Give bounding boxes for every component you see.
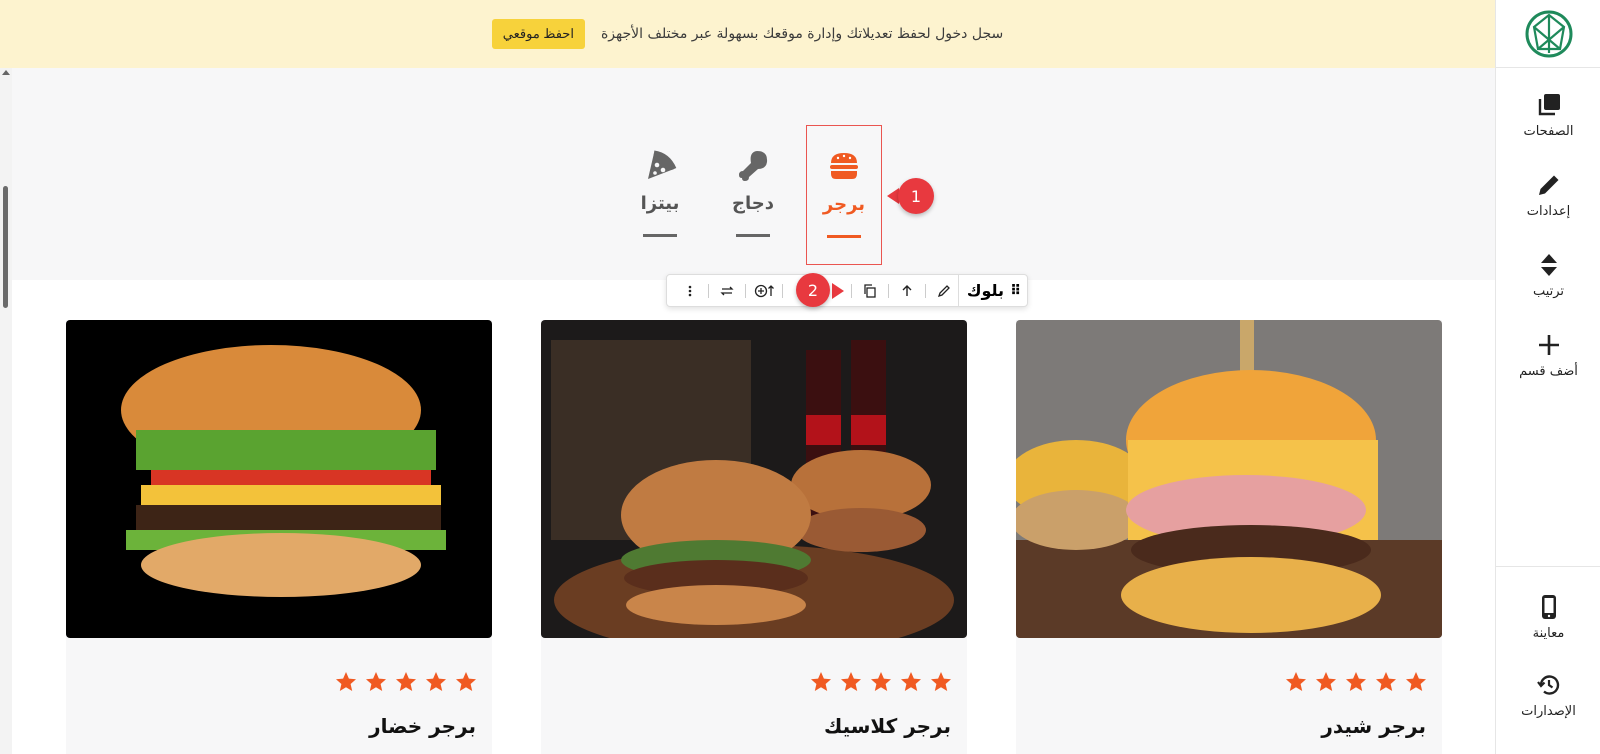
- drag-handle-icon: ⠿: [1010, 282, 1021, 299]
- tab-label: برجر: [822, 194, 866, 215]
- duplicate-button[interactable]: [856, 274, 884, 307]
- product-card[interactable]: برجر شيدر: [1016, 320, 1442, 754]
- swap-button[interactable]: [713, 274, 741, 307]
- toolbar-divider: [850, 283, 852, 298]
- product-title: برجر شيدر: [1321, 714, 1426, 738]
- sidebar-item-label: إعدادات: [1526, 204, 1571, 219]
- save-site-button[interactable]: احفظ موقعي: [491, 19, 585, 49]
- sidebar-item-label: الإصدارات: [1521, 704, 1576, 719]
- callout-1: 1: [898, 178, 934, 214]
- sort-icon: [1540, 254, 1557, 276]
- sidebar-item-label: الصفحات: [1523, 124, 1574, 139]
- block-toolbar: ⠿ بلوك: [666, 274, 1028, 307]
- star-icon: [931, 672, 951, 691]
- toolbar-divider: [707, 283, 709, 298]
- tab-label: دجاج: [732, 193, 774, 214]
- move-up-button[interactable]: [893, 274, 921, 307]
- toolbar-divider: [744, 283, 746, 298]
- more-options-button[interactable]: [676, 274, 704, 307]
- product-card[interactable]: برجر خضار: [66, 320, 492, 754]
- edit-button[interactable]: [930, 274, 958, 307]
- star-icon: [1406, 672, 1426, 691]
- star-icon: [396, 672, 416, 691]
- classic-burger-image: [541, 320, 967, 638]
- rating-stars: [1284, 670, 1428, 694]
- star-icon: [1346, 672, 1366, 691]
- star-icon: [426, 672, 446, 691]
- tab-label: بيتزا: [640, 193, 680, 214]
- pages-icon: [1538, 94, 1560, 116]
- more-vertical-icon: [688, 285, 692, 296]
- arrow-up-icon: [902, 284, 912, 296]
- sidebar-item-label: معاينة: [1532, 626, 1565, 641]
- add-above-icon: [754, 284, 774, 297]
- star-icon: [456, 672, 476, 691]
- banner-message: سجل دخول لحفظ تعديلاتك وإدارة موقعك بسهو…: [600, 26, 1004, 42]
- pizza-icon: [648, 150, 677, 179]
- tab-burger[interactable]: برجر: [806, 125, 882, 265]
- swap-icon: [720, 286, 734, 295]
- pencil-icon: [937, 284, 950, 297]
- product-image: [1016, 320, 1442, 638]
- sidebar-item-add-section[interactable]: أضف قسم: [1496, 332, 1600, 379]
- sidebar-item-label: ترتيب: [1532, 284, 1565, 299]
- product-title: برجر خضار: [369, 714, 476, 738]
- callout-2-pointer: [832, 283, 844, 299]
- star-icon: [1376, 672, 1396, 691]
- sidebar-item-label: أضف قسم: [1519, 364, 1578, 379]
- tab-underline: [736, 234, 770, 237]
- block-handle[interactable]: ⠿ بلوك: [957, 274, 1021, 307]
- product-image: [541, 320, 967, 638]
- sidebar-item-preview[interactable]: معاينة: [1496, 594, 1600, 641]
- toolbar-divider: [781, 283, 783, 298]
- star-icon: [841, 672, 861, 691]
- product-image: [66, 320, 492, 638]
- burger-icon: [830, 153, 858, 179]
- sidebar-item-pages[interactable]: الصفحات: [1496, 92, 1600, 139]
- plus-icon: [1538, 335, 1559, 355]
- tab-chicken[interactable]: دجاج: [715, 125, 791, 265]
- product-card[interactable]: برجر كلاسيك: [541, 320, 967, 754]
- tab-pizza[interactable]: بيتزا: [622, 125, 698, 265]
- star-icon: [901, 672, 921, 691]
- copy-icon: [864, 283, 876, 298]
- editor-sidebar: الصفحات إعدادات ترتيب أضف قسم معاينة الإ…: [1495, 0, 1600, 754]
- scrollbar-thumb[interactable]: [3, 186, 8, 308]
- rating-stars: [334, 670, 478, 694]
- sidebar-divider: [1496, 566, 1600, 567]
- login-banner: سجل دخول لحفظ تعديلاتك وإدارة موقعك بسهو…: [0, 0, 1495, 68]
- scrollbar-track[interactable]: [0, 68, 12, 754]
- veggie-burger-image: [66, 320, 492, 638]
- mobile-icon: [1541, 595, 1556, 619]
- star-icon: [871, 672, 891, 691]
- chicken-leg-icon: [739, 151, 768, 181]
- history-icon: [1536, 675, 1559, 695]
- toolbar-divider: [924, 283, 926, 298]
- tab-underline: [643, 234, 677, 237]
- product-title: برجر كلاسيك: [823, 714, 951, 738]
- tab-underline: [827, 235, 861, 238]
- star-icon: [336, 672, 356, 691]
- star-icon: [811, 672, 831, 691]
- toolbar-divider: [887, 283, 889, 298]
- app-logo[interactable]: [1496, 0, 1600, 68]
- sidebar-item-sort[interactable]: ترتيب: [1496, 252, 1600, 299]
- add-block-above-button[interactable]: [750, 274, 778, 307]
- pencil-icon: [1538, 175, 1558, 195]
- star-icon: [366, 672, 386, 691]
- block-label: بلوك: [966, 281, 1005, 300]
- rating-stars: [809, 670, 953, 694]
- scroll-up-arrow-icon[interactable]: [2, 70, 10, 75]
- callout-2: 2: [796, 273, 830, 307]
- sidebar-item-settings[interactable]: إعدادات: [1496, 172, 1600, 219]
- star-icon: [1316, 672, 1336, 691]
- logo-icon: [1525, 10, 1572, 57]
- cheddar-burger-image: [1016, 320, 1442, 638]
- sidebar-item-versions[interactable]: الإصدارات: [1496, 672, 1600, 719]
- star-icon: [1286, 672, 1306, 691]
